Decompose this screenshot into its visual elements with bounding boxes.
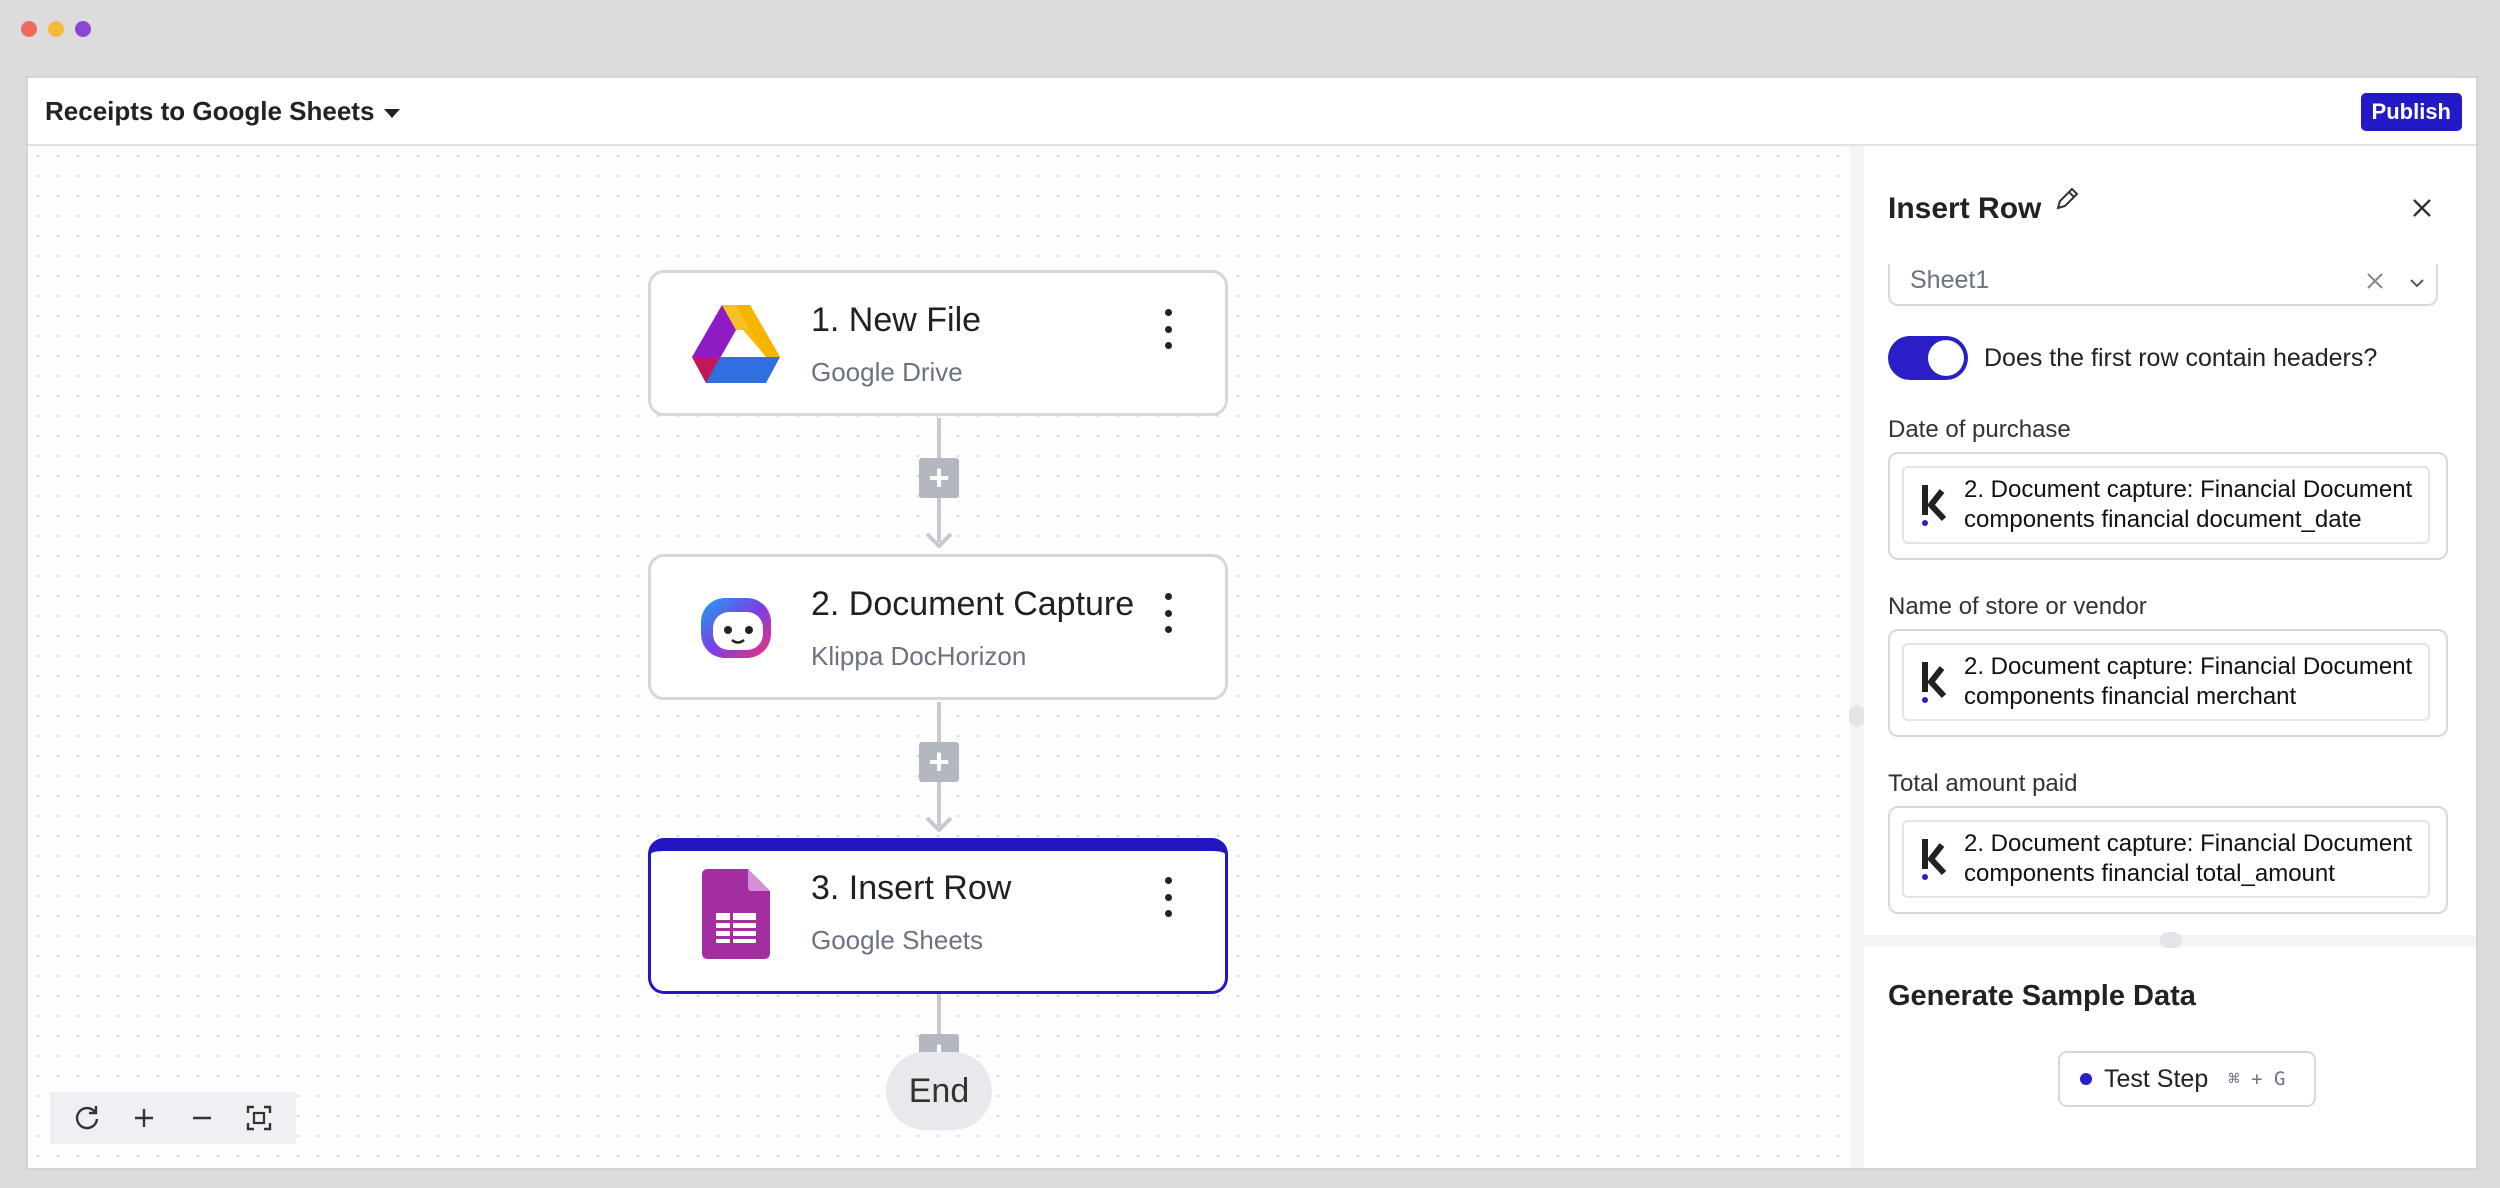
drag-handle-icon[interactable] (1849, 705, 1865, 727)
canvas-controls (50, 1092, 296, 1144)
sample-data-title: Generate Sample Data (1888, 980, 2196, 1012)
editor-header: Receipts to Google Sheets Publish (28, 78, 2476, 146)
mapped-value-chip[interactable]: 2. Document capture: Financial Document … (1902, 820, 2430, 898)
google-drive-icon (691, 299, 781, 389)
klippa-dochorizon-icon (691, 583, 781, 673)
field-label-date: Date of purchase (1888, 416, 2071, 443)
headers-toggle[interactable] (1888, 336, 1968, 380)
klippa-k-icon (1922, 662, 1947, 703)
step-title: 1. New File (811, 301, 982, 339)
sheet-select[interactable]: Sheet1 (1888, 264, 2438, 306)
step-menu-icon[interactable] (1161, 877, 1175, 917)
refresh-icon[interactable] (69, 1100, 105, 1136)
field-store-or-vendor[interactable]: 2. Document capture: Financial Document … (1888, 629, 2448, 737)
field-total-amount[interactable]: 2. Document capture: Financial Document … (1888, 806, 2448, 914)
window-minimize-dot[interactable] (48, 21, 64, 37)
connector-line (937, 418, 941, 458)
chip-text-line1: 2. Document capture: Financial Document (1964, 476, 2413, 503)
add-step-button[interactable]: + (919, 742, 959, 782)
zoom-in-icon[interactable] (126, 1100, 162, 1136)
klippa-k-icon (1922, 485, 1947, 526)
step-config-panel: Insert Row Sheet1 Does the first row con… (1864, 146, 2476, 1168)
add-step-button[interactable]: + (919, 458, 959, 498)
field-label-vendor: Name of store or vendor (1888, 593, 2147, 620)
caret-down-icon (384, 108, 401, 118)
step-app-name: Google Sheets (811, 925, 984, 955)
arrow-down-icon (925, 816, 953, 832)
workflow-title: Receipts to Google Sheets (45, 96, 375, 126)
step-app-name: Klippa DocHorizon (811, 641, 1027, 671)
field-label-total: Total amount paid (1888, 770, 2078, 797)
end-node: End (886, 1052, 992, 1130)
window-maximize-dot[interactable] (75, 21, 91, 37)
connector-line (937, 994, 941, 1034)
keyboard-shortcut: ⌘ + G (2228, 1068, 2286, 1090)
chip-text-line1: 2. Document capture: Financial Document (1964, 653, 2413, 680)
chip-text-line2: components financial document_date (1964, 506, 2362, 533)
field-date-of-purchase[interactable]: 2. Document capture: Financial Document … (1888, 452, 2448, 560)
google-sheets-icon (691, 869, 781, 959)
panel-resize-splitter[interactable] (1850, 146, 1864, 1168)
arrow-down-icon (925, 532, 953, 548)
mapped-value-chip[interactable]: 2. Document capture: Financial Document … (1902, 466, 2430, 544)
window-close-dot[interactable] (21, 21, 37, 37)
publish-button[interactable]: Publish (2360, 93, 2462, 131)
fit-view-icon[interactable] (241, 1100, 277, 1136)
drag-handle-icon[interactable] (2160, 932, 2182, 948)
pencil-icon[interactable] (2052, 184, 2082, 214)
status-dot-icon (2080, 1073, 2092, 1085)
chip-text-line1: 2. Document capture: Financial Document (1964, 830, 2413, 857)
chip-text-line2: components financial merchant (1964, 683, 2297, 710)
headers-toggle-label: Does the first row contain headers? (1984, 343, 2378, 372)
connector-line (937, 702, 941, 742)
workflow-title-dropdown[interactable]: Receipts to Google Sheets (45, 96, 401, 127)
step-title: 3. Insert Row (811, 869, 1012, 907)
step-menu-icon[interactable] (1161, 309, 1175, 349)
step-menu-icon[interactable] (1161, 593, 1175, 633)
zoom-out-icon[interactable] (184, 1100, 220, 1136)
workflow-canvas[interactable]: 1. New File Google Drive + 2. Document C… (28, 146, 1850, 1168)
panel-title: Insert Row (1888, 192, 2042, 225)
chevron-down-icon[interactable] (2408, 274, 2426, 292)
step-node-new-file[interactable]: 1. New File Google Drive (648, 270, 1228, 416)
headers-toggle-row: Does the first row contain headers? (1888, 336, 2377, 380)
clear-icon[interactable] (2364, 270, 2386, 292)
step-title: 2. Document Capture (811, 585, 1135, 623)
mapped-value-chip[interactable]: 2. Document capture: Financial Document … (1902, 643, 2430, 721)
step-node-document-capture[interactable]: 2. Document Capture Klippa DocHorizon (648, 554, 1228, 700)
chip-text-line2: components financial total_amount (1964, 860, 2335, 887)
test-step-label: Test Step (2104, 1064, 2209, 1093)
step-app-name: Google Drive (811, 357, 963, 387)
app-frame: Receipts to Google Sheets Publish 1. New… (26, 76, 2478, 1170)
sheet-select-value: Sheet1 (1910, 266, 1990, 294)
test-step-button[interactable]: Test Step ⌘ + G (2058, 1051, 2316, 1107)
step-node-insert-row[interactable]: 3. Insert Row Google Sheets (648, 838, 1228, 994)
close-icon[interactable] (2408, 194, 2436, 222)
klippa-k-icon (1922, 839, 1947, 880)
